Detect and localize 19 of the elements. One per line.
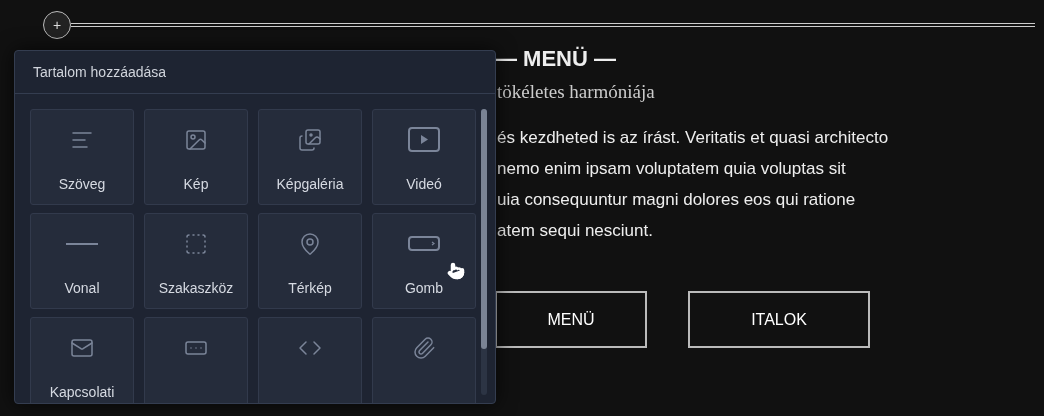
content-type-tile[interactable]: Gomb: [372, 213, 476, 309]
paragraph-line: és kezdheted is az írást. Veritatis et quasi architecto: [497, 127, 890, 149]
content-type-tile[interactable]: Kapcsolati: [30, 317, 134, 403]
content-type-tile[interactable]: Szöveg: [30, 109, 134, 205]
paragraph-line: atem sequi nesciunt.: [497, 220, 654, 242]
content-type-tile[interactable]: Vonal: [30, 213, 134, 309]
content-type-tile[interactable]: Videó: [372, 109, 476, 205]
content-type-tile[interactable]: Képgaléria: [258, 109, 362, 205]
paragraph-line: nemo enim ipsam voluptatem quia voluptas sit: [497, 158, 847, 180]
content-type-tile[interactable]: Szakaszköz: [144, 213, 248, 309]
add-button[interactable]: +: [43, 11, 71, 39]
menu-link-button[interactable]: ITALOK: [688, 291, 870, 348]
popup-title: Tartalom hozzáadása: [15, 51, 495, 94]
menu-link-button[interactable]: MENÜ: [495, 291, 647, 348]
section-heading: — MENÜ —: [495, 45, 617, 73]
paragraph-line: uia consequuntur magni dolores eos qui ratione: [497, 189, 857, 211]
section-subtitle: tökéletes harmóniája: [497, 80, 656, 104]
content-type-tile[interactable]: Kép: [144, 109, 248, 205]
content-type-tile[interactable]: Térkép: [258, 213, 362, 309]
